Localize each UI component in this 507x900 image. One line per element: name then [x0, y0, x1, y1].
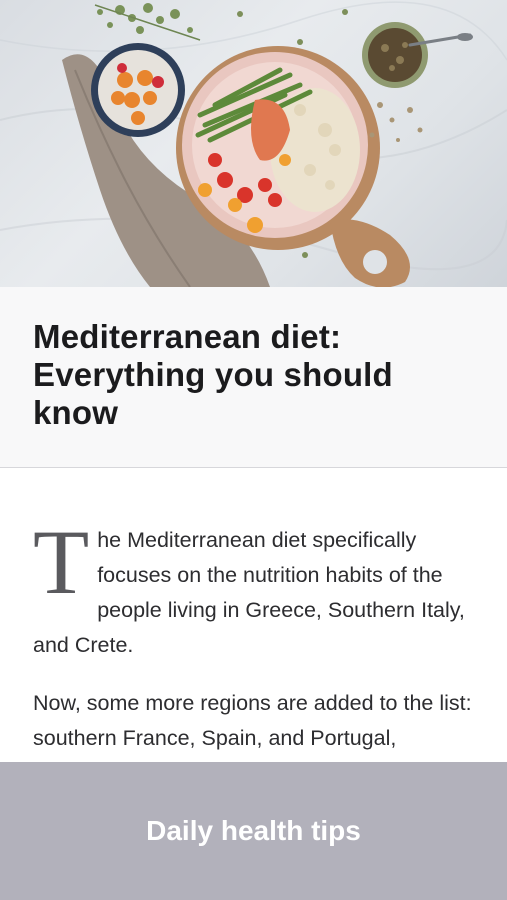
- paragraph-1-text: he Mediterranean diet specifically focus…: [33, 528, 465, 657]
- drop-cap-letter: T: [33, 511, 90, 613]
- article-title: Mediterranean diet: Everything you shoul…: [33, 318, 393, 431]
- footer-label: Daily health tips: [146, 815, 361, 846]
- food-photo-illustration: [0, 1, 507, 287]
- article-paragraph-2: Now, some more regions are added to the …: [33, 691, 472, 750]
- hero-image: [0, 0, 507, 287]
- article-paragraph-1: The Mediterranean diet specifically focu…: [33, 511, 478, 663]
